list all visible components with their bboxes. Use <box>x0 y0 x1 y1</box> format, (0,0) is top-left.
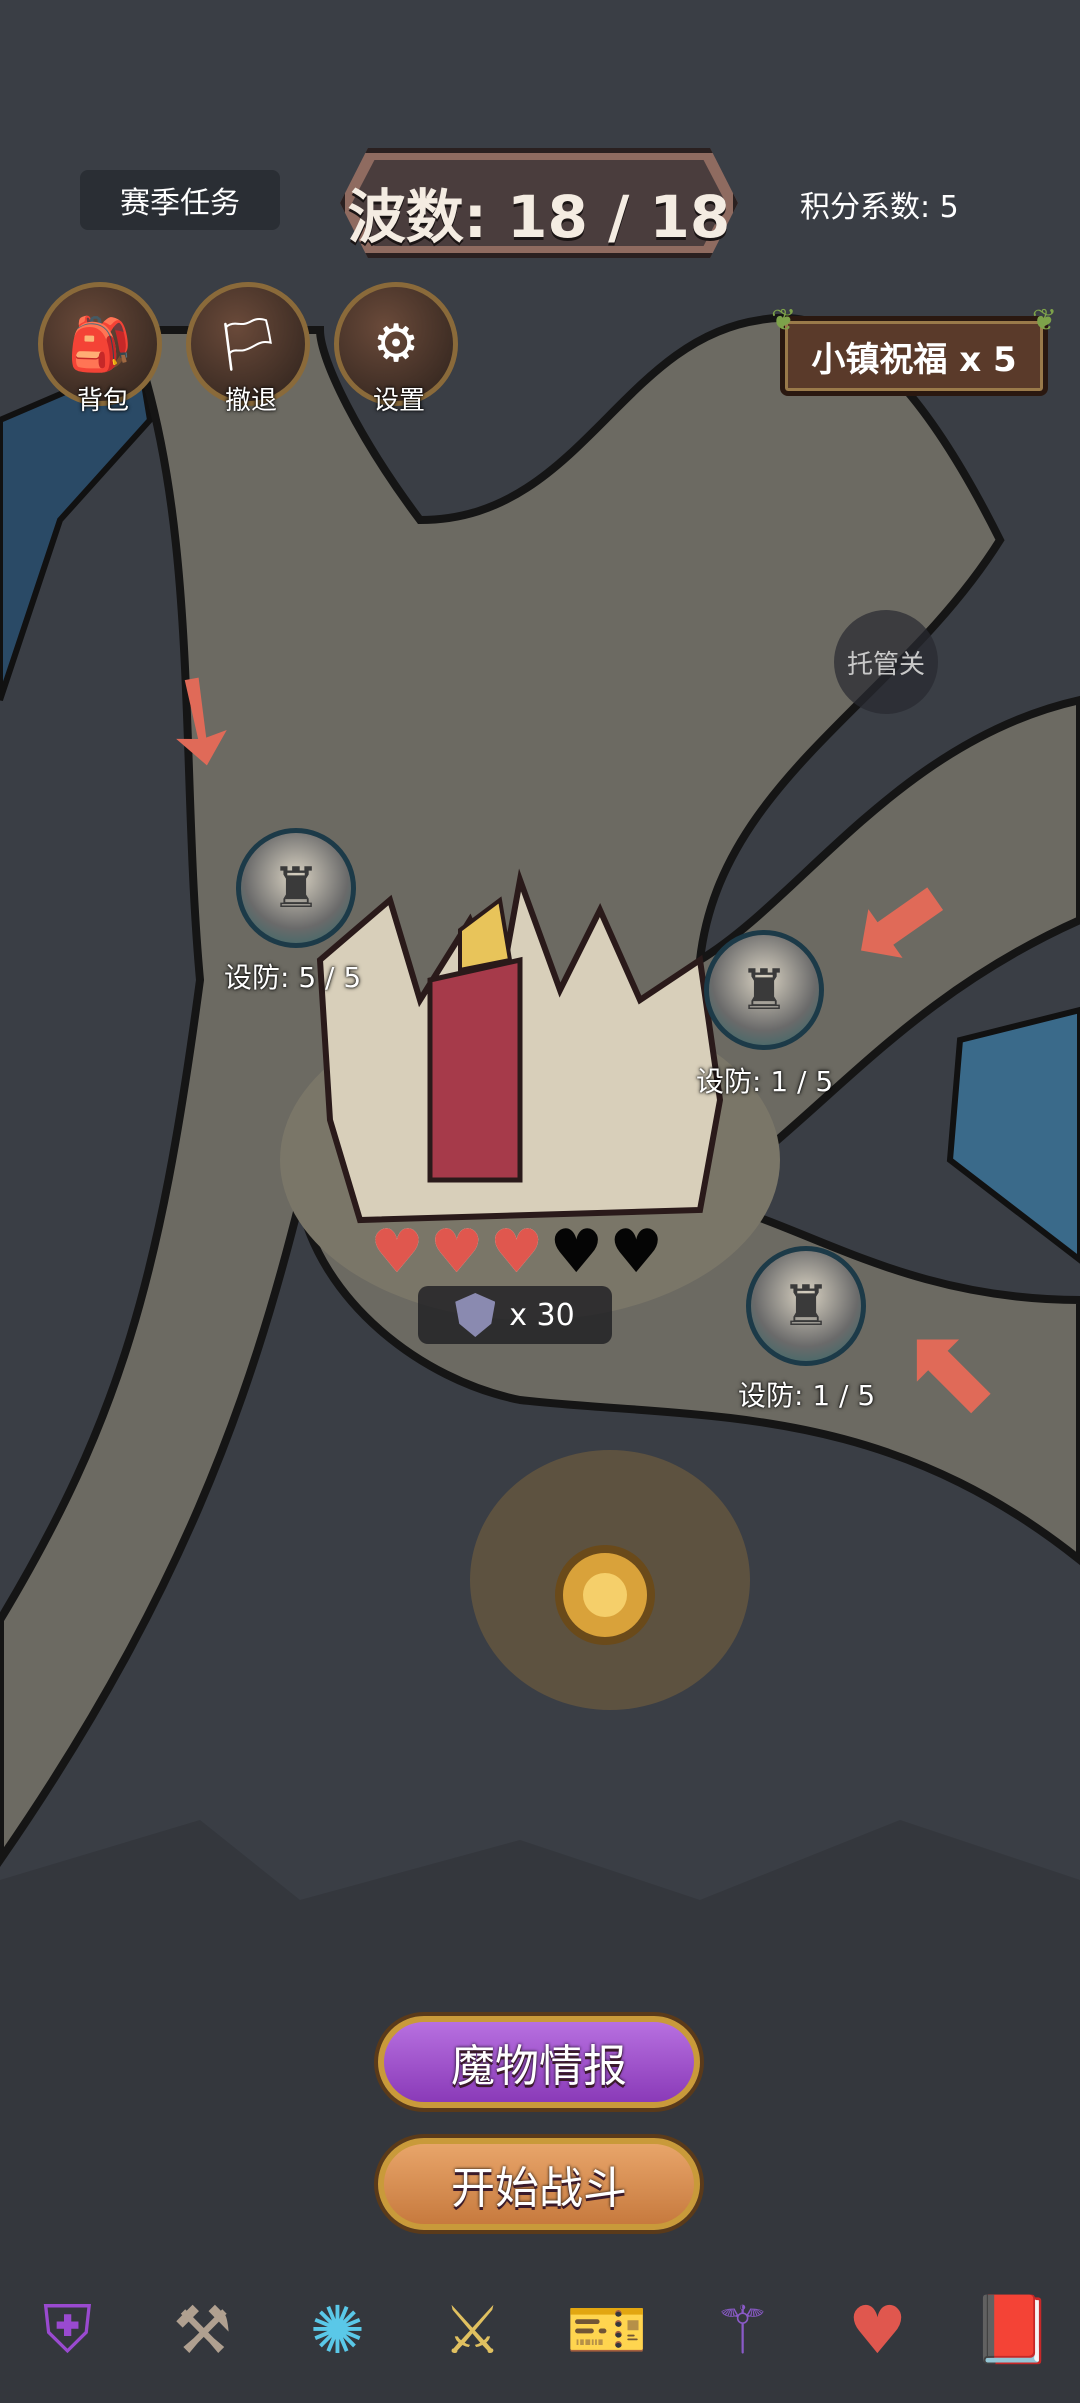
heart-icon[interactable]: ♥ <box>830 2282 926 2378</box>
retreat-button[interactable]: 🏳 撤退 <box>186 282 316 417</box>
backpack-label: 背包 <box>76 386 129 416</box>
tower-icon: ♜ <box>704 930 824 1050</box>
tower-1-defense-label: 设防: 5 / 5 <box>224 961 362 994</box>
defense-tower-3[interactable]: ♜ <box>746 1246 866 1366</box>
season-tasks-button[interactable]: 赛季任务 <box>80 170 280 230</box>
tower-3-defense-label: 设防: 1 / 5 <box>738 1379 876 1412</box>
start-battle-button[interactable]: 开始战斗 <box>378 2138 700 2230</box>
enemy-path-arrow-icon: ⬉ <box>900 1300 1001 1439</box>
settings-button[interactable]: ⚙ 设置 <box>334 282 464 417</box>
tower-icon: ♜ <box>236 828 356 948</box>
retreat-label: 撤退 <box>224 386 277 416</box>
town-blessing-panel[interactable]: ❦ 小镇祝福 x 5 ❦ <box>771 303 1057 396</box>
heart-full-icon: ♥ <box>489 1217 544 1287</box>
heart-full-icon: ♥ <box>370 1217 424 1287</box>
auto-battle-toggle[interactable]: 托管关 <box>834 610 938 714</box>
wave-counter: 波数: 18 / 18 <box>340 148 738 258</box>
heart-empty-icon: ♥ <box>609 1217 663 1287</box>
defense-tower-2[interactable]: ♜ <box>704 930 824 1050</box>
leaf-icon: ❦ <box>1031 303 1057 338</box>
shield-emblem-icon[interactable]: ⛨ <box>20 2282 116 2378</box>
rank-shield-icon <box>455 1293 496 1337</box>
backpack-button[interactable]: 🎒 背包 <box>38 282 168 417</box>
wave-text: 波数: 18 / 18 <box>347 183 731 251</box>
heart-empty-icon: ♥ <box>549 1217 604 1287</box>
leaf-icon: ❦ <box>771 303 797 338</box>
hammer-anvil-icon[interactable]: ⚒ <box>155 2282 251 2378</box>
heart-full-icon: ♥ <box>429 1217 484 1287</box>
settings-label: 设置 <box>372 386 425 416</box>
enemy-path-arrow-icon: ⬋ <box>838 842 962 997</box>
score-coefficient: 积分系数: 5 <box>800 190 959 225</box>
magic-orb-icon[interactable]: ✺ <box>290 2282 386 2378</box>
base-currency-badge: x 30 <box>418 1286 612 1344</box>
winged-axe-icon[interactable]: ⚔ <box>425 2282 521 2378</box>
tower-icon: ♜ <box>746 1246 866 1366</box>
defense-tower-1[interactable]: ♜ <box>236 828 356 948</box>
spellbook-icon[interactable]: 📕 <box>965 2282 1061 2378</box>
ticket-icon[interactable]: 🎫 <box>560 2282 656 2378</box>
base-health: ♥ ♥ ♥ ♥ ♥ <box>370 1222 663 1282</box>
dark-halberd-icon[interactable]: ⚚ <box>695 2282 791 2378</box>
monster-info-button[interactable]: 魔物情报 <box>378 2016 700 2108</box>
tower-2-defense-label: 设防: 1 / 5 <box>696 1065 834 1098</box>
town-blessing-label: 小镇祝福 x 5 <box>811 339 1017 380</box>
currency-count: x 30 <box>509 1297 575 1333</box>
bottom-toolbar: ⛨ ⚒ ✺ ⚔ 🎫 ⚚ ♥ 📕 <box>0 2270 1080 2390</box>
